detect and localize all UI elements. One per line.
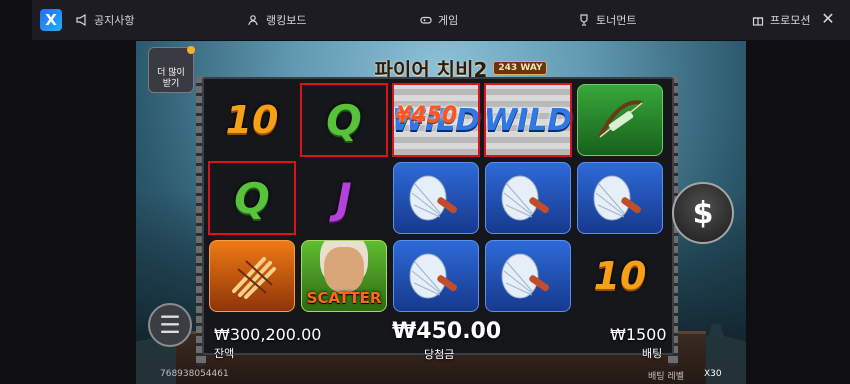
promo-line-1: 더 많이 (157, 68, 185, 78)
win-amount-overlay: ¥450 (396, 103, 458, 128)
reel-cell (576, 83, 664, 157)
gift-icon (752, 17, 764, 26)
top-nav-bar: X 공지사항 랭킹보드 게임 토너먼트 프로모션 ✕ (32, 0, 850, 40)
reel-cell-winning: Q (300, 83, 388, 157)
notification-dot (187, 46, 195, 54)
scatter-label: SCATTER (306, 289, 382, 307)
feather-fan-symbol-icon (485, 240, 571, 312)
bet-level-label: 배팅 레벨 (648, 372, 684, 382)
gamepad-icon (420, 16, 432, 24)
menu-button[interactable]: ☰ (148, 303, 192, 347)
reel-cell: J (300, 161, 388, 235)
reel-cell (576, 161, 664, 235)
reel-cell (484, 161, 572, 235)
nav-games[interactable]: 게임 (420, 11, 458, 29)
reel-cell (392, 161, 480, 235)
bamboo-raft-symbol-icon (209, 240, 295, 312)
nav-promotion[interactable]: 프로모션 (752, 11, 810, 29)
reel-cell-winning: WILD (484, 83, 572, 157)
nav-notice-label: 공지사항 (94, 14, 135, 27)
close-icon[interactable]: ✕ (820, 10, 836, 28)
symbol-q: Q (234, 173, 270, 223)
reel-cell: 10 (208, 83, 296, 157)
reel-cell: SCATTER (300, 239, 388, 313)
promo-line-2: 받기 (162, 79, 180, 89)
feather-fan-symbol-icon (577, 162, 663, 234)
wild-label: WILD (483, 102, 573, 138)
app-logo[interactable]: X (40, 9, 62, 31)
reel-cell (208, 239, 296, 313)
nav-ranking-label: 랭킹보드 (266, 14, 307, 27)
spin-button[interactable]: $ (672, 182, 734, 244)
nav-tournament[interactable]: 토너먼트 (578, 11, 636, 29)
reel-grid: 10 Q Q J SCATTER WILD WILD 10 ¥450 (202, 77, 674, 355)
reel-cell (392, 239, 480, 313)
symbol-10: 10 (593, 254, 647, 298)
nav-ranking[interactable]: 랭킹보드 (248, 11, 306, 29)
scatter-symbol: SCATTER (301, 240, 387, 312)
nav-games-label: 게임 (438, 14, 459, 27)
nav-promotion-label: 프로모션 (770, 14, 811, 27)
hamburger-icon: ☰ (159, 311, 181, 339)
balance-value: ₩300,200.00 (214, 325, 322, 344)
symbol-10: 10 (225, 98, 279, 142)
feather-fan-symbol-icon (393, 162, 479, 234)
slot-game-canvas: 파이어 치비2 243 WAY 더 많이 받기 10 Q Q J SCATTER… (136, 41, 746, 384)
bet-level-value: X30 (704, 369, 722, 379)
reel-cell (484, 239, 572, 313)
balance-label: 잔액 (214, 347, 235, 360)
feather-fan-symbol-icon (393, 240, 479, 312)
more-rewards-button[interactable]: 더 많이 받기 (148, 46, 195, 93)
symbol-j: J (336, 173, 352, 223)
megaphone-icon (76, 14, 86, 26)
feather-fan-symbol-icon (485, 162, 571, 234)
game-title-badge: 243 WAY (493, 61, 548, 75)
win-value: ₩450.00 (392, 319, 502, 344)
symbol-q: Q (326, 95, 362, 145)
scatter-character-icon (324, 247, 364, 293)
trophy-icon (580, 14, 588, 26)
reel-cell-winning: Q (208, 161, 296, 235)
bet-value: ₩1500 (610, 325, 667, 344)
round-id: 768938054461 (160, 369, 229, 379)
bet-label: 배팅 (642, 347, 663, 360)
nav-tournament-label: 토너먼트 (596, 14, 637, 27)
nav-notice[interactable]: 공지사항 (76, 11, 134, 29)
dollar-icon: $ (692, 195, 714, 231)
wild-symbol: WILD (484, 83, 572, 157)
reel-cell: 10 (576, 239, 664, 313)
bow-arrow-symbol-icon (577, 84, 663, 156)
win-label: 당첨금 (424, 348, 455, 361)
users-icon (248, 15, 258, 26)
